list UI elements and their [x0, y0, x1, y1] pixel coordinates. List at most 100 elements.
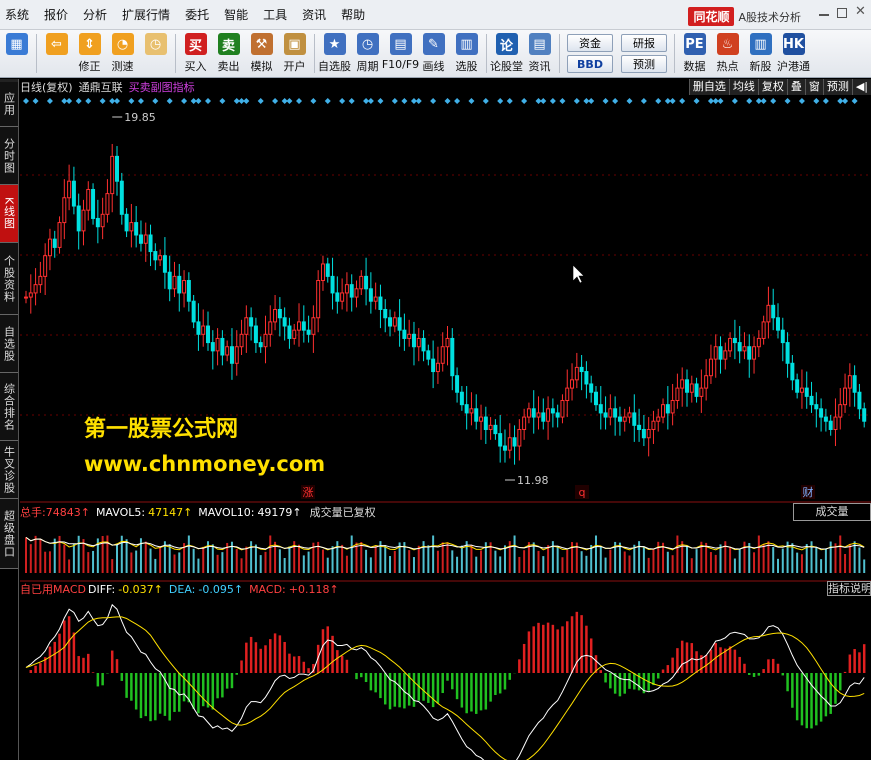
toolbar-toolbar.buttons.9-button[interactable]: ★ 自选股 [318, 30, 351, 77]
toolbar-toolbar.buttons.10-button[interactable]: ◷ 周期 [351, 30, 384, 77]
toolbar-toolbar.right_buttons.2-button[interactable]: ▥ 新股 [744, 30, 777, 77]
signal-diamond [46, 98, 53, 104]
toolbar-small-button[interactable]: BBD [567, 55, 613, 73]
toolbar-small-button[interactable]: 预测 [621, 55, 667, 73]
menu-item-8[interactable]: 帮助 [336, 6, 375, 23]
candle-body [627, 412, 632, 418]
toolbar-small-button[interactable]: 资金 [567, 34, 613, 52]
diff-label: DIFF: [87, 582, 116, 596]
candle-body [469, 408, 474, 414]
candle-body [833, 416, 838, 430]
candle-body [158, 255, 163, 261]
candle-body [220, 337, 225, 356]
toolbar-label: 论股堂 [490, 60, 523, 73]
toolbar-label: 修正 [78, 60, 101, 73]
menu-item-7[interactable]: 资讯 [297, 6, 336, 23]
volume-total-value: 74843↑ [45, 505, 90, 519]
pen-icon: ✎ [422, 33, 445, 55]
signal-diamond [286, 98, 293, 104]
toolbar-toolbar.buttons.15-button[interactable]: ▤ 资讯 [523, 30, 556, 77]
toolbar-toolbar.buttons.12-button[interactable]: ✎ 画线 [417, 30, 450, 77]
candle-body [809, 395, 814, 406]
hammer-icon: ⚒ [250, 33, 273, 55]
mavol10-value: 49179↑ [257, 505, 302, 519]
header-button-4[interactable]: 窗 [804, 79, 823, 95]
toolbar-toolbar.buttons.8-button[interactable]: ▣ 开户 [278, 30, 311, 77]
candle-body [646, 428, 651, 439]
candle-body [258, 342, 263, 348]
menu-item-6[interactable]: 工具 [258, 6, 297, 23]
candle-body [546, 408, 551, 422]
hk-connect-icon: HK [782, 33, 805, 55]
candle-body [316, 280, 321, 319]
candle-body [311, 317, 316, 335]
back-arrow-button[interactable]: ⇦ [40, 30, 73, 77]
candle-body [62, 197, 67, 224]
toolbar-toolbar.right_buttons.0-button[interactable]: PE 数据 [678, 30, 711, 77]
candle-body [507, 437, 512, 451]
sidebar-tab-7[interactable]: 超级盘口 [0, 499, 18, 569]
candle-body [570, 379, 575, 389]
toolbar-small-button[interactable]: 研报 [621, 34, 667, 52]
toolbar-toolbar.right_buttons.3-button[interactable]: HK 沪港通 [777, 30, 810, 77]
sidebar-tab-3[interactable]: 个股资料 [0, 243, 18, 315]
toolbar-toolbar.buttons.13-button[interactable]: ▥ 选股 [450, 30, 483, 77]
watermark-line-2: www.chnmoney.com [84, 452, 326, 476]
period-label[interactable]: 日线(复权) [20, 79, 73, 95]
candle-body [349, 284, 354, 298]
candle-body [407, 333, 412, 339]
candle-body [110, 155, 115, 195]
clock-button[interactable]: ◷ [139, 30, 172, 77]
header-button-2[interactable]: 复权 [757, 79, 787, 95]
grid-button[interactable]: ▦ [0, 30, 33, 77]
header-button-5[interactable]: 预测 [822, 79, 852, 95]
candle-body [383, 308, 388, 319]
signal-diamond [166, 98, 173, 104]
sidebar-tab-6[interactable]: 牛叉诊股 [0, 441, 18, 499]
toolbar-toolbar.right_buttons.1-button[interactable]: ♨ 热点 [711, 30, 744, 77]
header-button-3[interactable]: 叠 [786, 79, 805, 95]
candle-body [119, 180, 124, 215]
sidebar-tab-4[interactable]: 自选股 [0, 315, 18, 373]
toolbar-toolbar.buttons.14-button[interactable]: 论论股堂 [490, 30, 523, 77]
menu-item-4[interactable]: 委托 [180, 6, 219, 23]
menu-item-1[interactable]: 报价 [39, 6, 78, 23]
toolbar-toolbar.buttons.11-button[interactable]: ▤ F10/F9 [382, 30, 419, 77]
candle-body [522, 416, 527, 430]
menu-item-3[interactable]: 扩展行情 [117, 6, 180, 23]
header-button-0[interactable]: 删自选 [688, 79, 729, 95]
menu-item-5[interactable]: 智能 [219, 6, 258, 23]
header-button-1[interactable]: 均线 [728, 79, 758, 95]
sidebar-tab-5[interactable]: 综合排名 [0, 373, 18, 441]
candle-body [737, 342, 742, 352]
candle-body [459, 391, 464, 406]
candle-body [589, 383, 594, 393]
toolbar-toolbar.buttons.2-button[interactable]: ⇕ 修正 [73, 30, 106, 77]
toolbar-label: 测速 [111, 60, 134, 73]
volume-indicator-box[interactable]: 成交量 [793, 503, 871, 521]
minimize-icon[interactable] [819, 14, 829, 16]
toolbar-toolbar.buttons.6-button[interactable]: 卖卖出 [212, 30, 245, 77]
maximize-icon[interactable] [837, 8, 847, 18]
signal-diamond [784, 98, 791, 104]
sidebar-tab-2[interactable]: K线图 [0, 185, 18, 243]
candle-body [464, 404, 469, 414]
buy-icon: 买 [184, 33, 207, 55]
candle-body [828, 420, 833, 430]
menu-item-0[interactable]: 系统 [0, 6, 39, 23]
high-price-label: 19.85 [124, 111, 156, 124]
candle-body [661, 404, 666, 418]
toolbar-toolbar.buttons.7-button[interactable]: ⚒ 模拟 [245, 30, 278, 77]
close-icon[interactable]: ✕ [855, 4, 866, 19]
event-marker-0: 涨 [303, 486, 314, 499]
toolbar-toolbar.buttons.5-button[interactable]: 买买入 [179, 30, 212, 77]
indicator-name[interactable]: 买卖副图指标 [129, 79, 195, 95]
toolbar-toolbar.buttons.3-button[interactable]: ◔ 测速 [106, 30, 139, 77]
collapse-icon[interactable]: ◀| [851, 79, 871, 95]
sidebar-tab-1[interactable]: 分时图 [0, 127, 18, 185]
menu-item-2[interactable]: 分析 [78, 6, 117, 23]
sidebar-tab-0[interactable]: 应用 [0, 82, 18, 127]
indicator-help-box[interactable]: 指标说明 [827, 581, 871, 596]
candle-body [718, 346, 723, 360]
candle-body [675, 387, 680, 402]
